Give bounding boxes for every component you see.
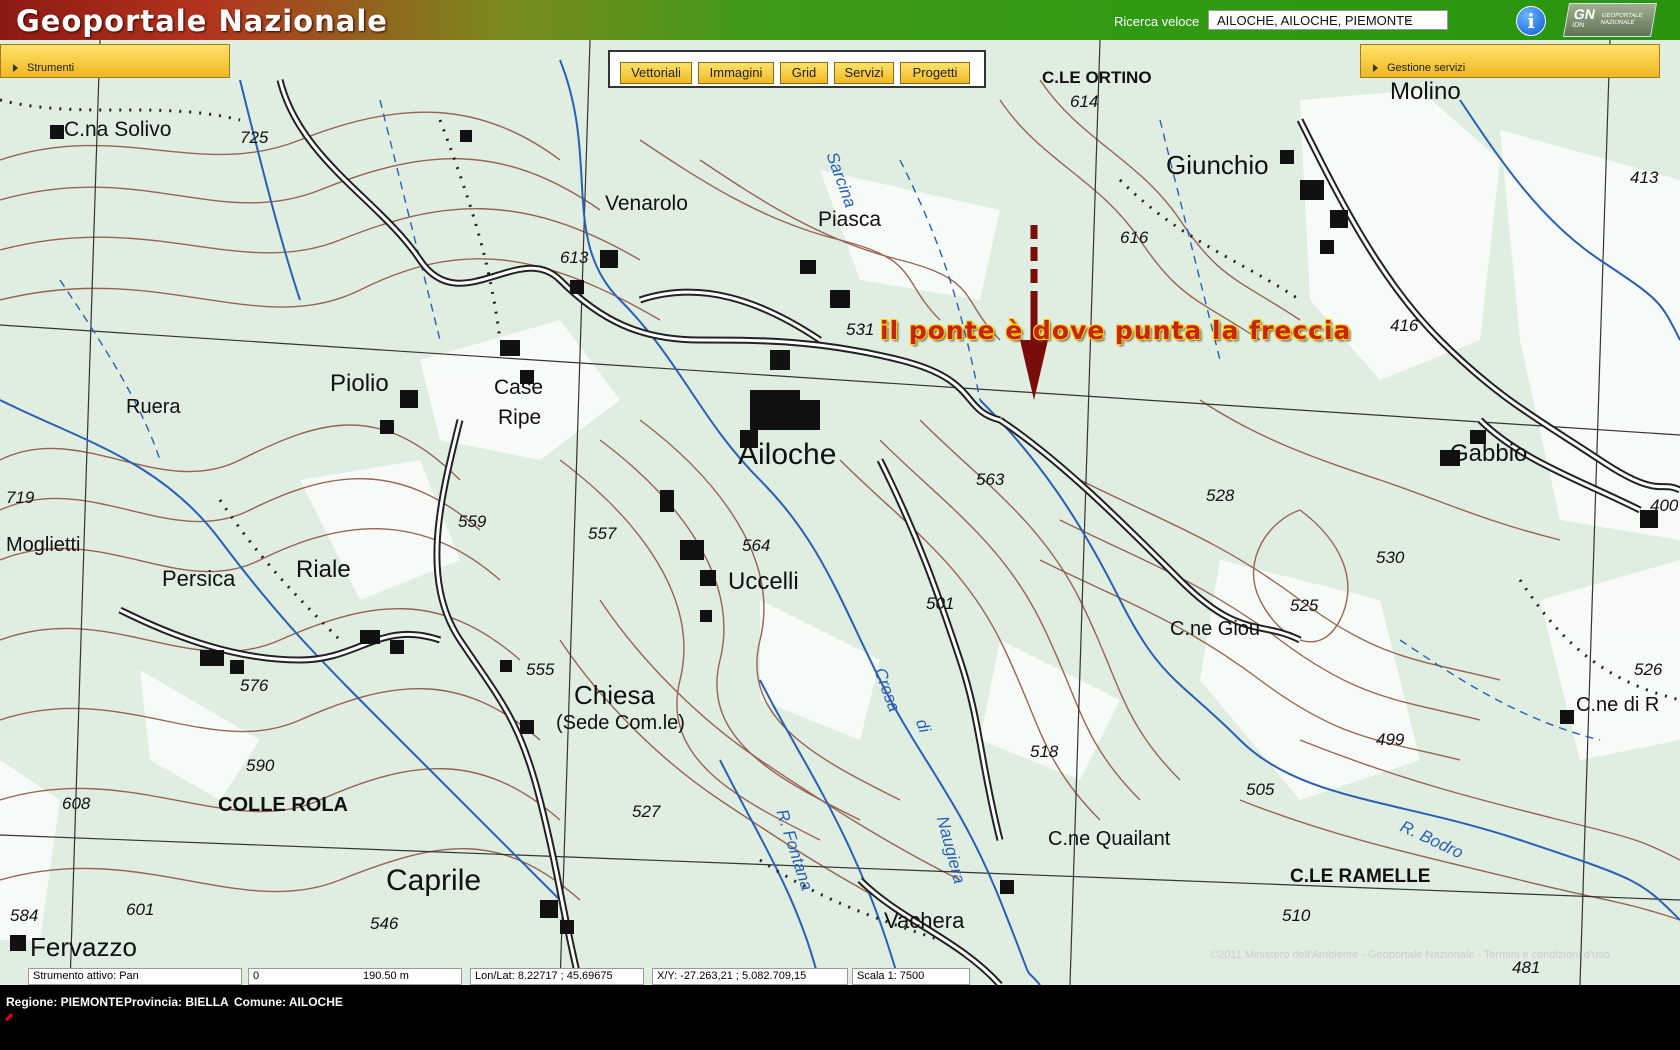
spot-height: 559	[458, 512, 487, 531]
gestione-servizi-label: Gestione servizi	[1387, 62, 1466, 74]
spot-height: 505	[1246, 780, 1275, 799]
place-fervazzo: Fervazzo	[30, 932, 137, 962]
place-chiesa: Chiesa	[574, 680, 655, 710]
place-ripe: Ripe	[498, 406, 542, 429]
place-ailoche: Ailoche	[738, 438, 837, 471]
place-molino: Molino	[1390, 78, 1461, 105]
spot-height: 576	[240, 676, 269, 695]
footer-comune: Comune: AILOCHE	[234, 995, 343, 1009]
footer-regione: Regione: PIEMONTE	[6, 995, 124, 1009]
place-persica: Persica	[162, 566, 236, 591]
caret-right-icon	[1373, 64, 1378, 72]
header-bar: Geoportale Nazionale Ricerca veloce ⌕ i …	[0, 0, 1680, 40]
tab-servizi[interactable]: Servizi	[834, 62, 894, 84]
scale-bar-box: 0 190.50 m	[248, 968, 607, 985]
spot-height: 601	[126, 900, 155, 919]
spot-height: 616	[1120, 228, 1149, 247]
logo-name-text: GEOPORTALE NAZIONALE	[1599, 13, 1644, 26]
place-venarolo: Venarolo	[605, 192, 688, 215]
tab-grid[interactable]: Grid	[780, 62, 828, 84]
place-c-le-ortino: C.LE ORTINO	[1042, 68, 1152, 87]
gestione-servizi-panel[interactable]: Gestione servizi	[1360, 44, 1660, 78]
spot-height: 501	[926, 594, 955, 613]
scale-distance-label: 190.50 m	[363, 970, 409, 982]
spot-height: 557	[588, 524, 617, 543]
spot-height: 528	[1206, 486, 1235, 505]
map-scale-readout: Scala 1: 7500	[852, 968, 970, 985]
spot-height: 416	[1390, 316, 1419, 335]
place-riale: Riale	[296, 556, 351, 583]
map-view[interactable]: Ailoche Caprile Giunchio Molino C.LE ORT…	[0, 40, 1680, 985]
spot-height: 564	[742, 536, 771, 555]
place-sede-comune: (Sede Com.le)	[556, 712, 685, 734]
place-c-ne-giou: C.ne Giou	[1170, 618, 1261, 640]
place-gabbio: Gabbio	[1450, 440, 1528, 467]
map-annotation-text: il ponte è dove punta la freccia	[880, 316, 1352, 345]
spot-height: 531	[846, 320, 875, 339]
spot-height: 590	[246, 756, 275, 775]
place-piasca: Piasca	[818, 208, 882, 231]
xy-readout: X/Y: -27.263,21 ; 5.082.709,15	[652, 968, 848, 985]
place-ruera: Ruera	[126, 396, 181, 418]
footer-bar: Regione: PIEMONTE Provincia: BIELLA Comu…	[0, 985, 1680, 1050]
place-caprile: Caprile	[386, 864, 482, 897]
place-case: Case	[494, 376, 544, 399]
spot-height: 499	[1376, 730, 1405, 749]
footer-provincia: Provincia: BIELLA	[124, 995, 229, 1009]
pin-icon[interactable]: ⬈	[4, 1011, 16, 1023]
tab-immagini[interactable]: Immagini	[698, 62, 774, 84]
logo-sub-text: IDN	[1571, 22, 1585, 29]
status-bar: Strumento attivo: Pan 0 190.50 m Lon/Lat…	[0, 968, 1680, 985]
place-c-na-solivo: C.na Solivo	[64, 118, 172, 141]
place-c-le-ramelle: C.LE RAMELLE	[1290, 866, 1431, 887]
caret-right-icon	[13, 64, 18, 72]
spot-height: 608	[62, 794, 91, 813]
annotation-arrow	[1020, 225, 1048, 400]
spot-height: 719	[6, 488, 35, 507]
active-tool-status: Strumento attivo: Pan	[28, 968, 242, 985]
spot-height: 614	[1070, 92, 1099, 111]
place-piolio: Piolio	[330, 370, 389, 397]
spot-height: 725	[240, 128, 269, 147]
lonlat-readout: Lon/Lat: 8.22717 ; 45.69675	[470, 968, 644, 985]
layer-toolbar: Vettoriali Immagini Grid Servizi Progett…	[608, 50, 986, 88]
spot-height: 525	[1290, 596, 1319, 615]
search-icon[interactable]: ⌕	[1400, 11, 1418, 29]
spot-height: 413	[1630, 168, 1659, 187]
place-moglietti: Moglietti	[6, 534, 81, 556]
info-icon[interactable]: i	[1516, 6, 1546, 36]
scale-zero-label: 0	[253, 970, 260, 982]
place-vachera: Vachera	[884, 908, 965, 933]
spot-height: 563	[976, 470, 1005, 489]
spot-height: 526	[1634, 660, 1663, 679]
strumenti-panel[interactable]: Strumenti	[0, 44, 230, 78]
place-colle-rola: COLLE ROLA	[218, 794, 348, 816]
tab-progetti[interactable]: Progetti	[900, 62, 970, 84]
app-title: Geoportale Nazionale	[16, 4, 388, 38]
geoportale-logo[interactable]: GN IDN GEOPORTALE NAZIONALE	[1563, 3, 1657, 37]
place-uccelli: Uccelli	[728, 568, 799, 595]
spot-height: 555	[526, 660, 555, 679]
spot-height: 530	[1376, 548, 1405, 567]
spot-height: 527	[632, 802, 661, 821]
spot-height: 400	[1650, 496, 1679, 515]
tab-vettoriali[interactable]: Vettoriali	[620, 62, 692, 84]
place-c-ne-quailant: C.ne Quailant	[1048, 828, 1171, 850]
place-giunchio: Giunchio	[1166, 150, 1269, 180]
spot-height: 613	[560, 248, 589, 267]
spot-height: 510	[1282, 906, 1311, 925]
quick-search-label: Ricerca veloce	[1114, 14, 1200, 29]
spot-height: 546	[370, 914, 399, 933]
spot-height: 584	[10, 906, 39, 925]
spot-height: 518	[1030, 742, 1059, 761]
place-c-ne-di-r: C.ne di R	[1576, 694, 1660, 716]
logo-gn-text: GN	[1572, 6, 1597, 22]
map-copyright[interactable]: ©2011 Ministero dell'Ambiente - Geoporta…	[1210, 949, 1610, 961]
strumenti-label: Strumenti	[27, 62, 75, 74]
